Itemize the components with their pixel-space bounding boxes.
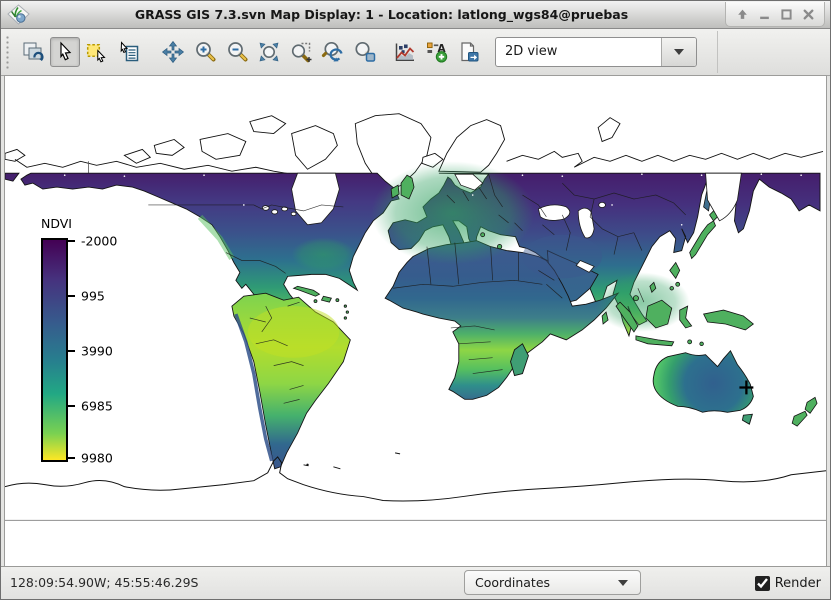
- aral-sea: [599, 202, 606, 207]
- pan-arrows-icon: [161, 40, 185, 64]
- grass-gis-logo-icon: [7, 4, 30, 29]
- zoom-back-icon: [321, 40, 345, 64]
- window-controls: [725, 2, 825, 27]
- australia: [653, 351, 753, 412]
- map-canvas[interactable]: NDVI -2000 995 3990 6985 9980: [4, 75, 827, 567]
- antarctica-coastline: [5, 453, 826, 501]
- statusbar-mode-value: Coordinates: [465, 571, 550, 594]
- add-map-elements-button[interactable]: A: [422, 37, 452, 67]
- cuba: [294, 286, 320, 296]
- view-mode-dropdown-button[interactable]: [661, 38, 696, 66]
- statusbar: 128:09:54.90W; 45:55:46.29S Coordinates …: [1, 566, 830, 599]
- pointer-button[interactable]: [50, 37, 80, 67]
- close-button[interactable]: [800, 6, 816, 22]
- world-ndvi-map[interactable]: [5, 76, 826, 566]
- coordinates-readout: 128:09:54.90W; 45:55:46.29S: [10, 567, 198, 599]
- zoom-out-button[interactable]: [222, 37, 252, 67]
- statusbar-mode-combobox[interactable]: Coordinates: [464, 570, 641, 595]
- zoom-region-icon: [289, 40, 313, 64]
- select-features-button[interactable]: [82, 37, 112, 67]
- minimize-button[interactable]: [756, 6, 772, 22]
- query-button[interactable]: [114, 37, 144, 67]
- zoom-out-icon: [225, 40, 249, 64]
- pointer-arrow-icon: [53, 40, 77, 64]
- analyze-chart-icon: [393, 40, 417, 64]
- zoom-extent-icon: [257, 40, 281, 64]
- sulawesi: [680, 306, 692, 328]
- black-sea: [538, 205, 569, 221]
- new-guinea: [704, 310, 754, 330]
- grass-map-display-window: GRASS GIS 7.3.svn Map Display: 1 - Locat…: [0, 0, 831, 600]
- window-title: GRASS GIS 7.3.svn Map Display: 1 - Locat…: [37, 1, 726, 28]
- java: [636, 336, 674, 346]
- view-mode-combobox[interactable]: 2D view: [495, 37, 697, 67]
- toolbar-separator: [717, 31, 718, 73]
- zoom-region-button[interactable]: [286, 37, 316, 67]
- select-rectangle-icon: [85, 40, 109, 64]
- falkland-islands: [306, 464, 308, 466]
- zoom-options-icon: [353, 40, 377, 64]
- new-zealand-south: [792, 411, 807, 426]
- save-display-to-file-button[interactable]: [454, 37, 484, 67]
- add-overlay-icon: A: [425, 40, 449, 64]
- zoom-extent-button[interactable]: [254, 37, 284, 67]
- view-mode-value: 2D view: [496, 38, 661, 66]
- zoom-in-button[interactable]: [190, 37, 220, 67]
- philippines: [670, 262, 680, 278]
- zoom-options-button[interactable]: [350, 37, 380, 67]
- chevron-down-icon: [674, 49, 684, 55]
- tasmania: [742, 414, 752, 424]
- pan-button[interactable]: [158, 37, 188, 67]
- previous-zoom-button[interactable]: [318, 37, 348, 67]
- map-toolbar: A 2D view: [1, 29, 830, 76]
- render-checkbox[interactable]: [755, 576, 770, 591]
- render-checkbox-label[interactable]: Render: [775, 576, 821, 591]
- zoom-in-icon: [193, 40, 217, 64]
- query-document-icon: [117, 40, 141, 64]
- display-map-button[interactable]: [18, 37, 48, 67]
- save-display-icon: [457, 40, 481, 64]
- titlebar[interactable]: GRASS GIS 7.3.svn Map Display: 1 - Locat…: [1, 1, 830, 29]
- analyze-map-button[interactable]: [390, 37, 420, 67]
- maximize-button[interactable]: [778, 6, 794, 22]
- toolbar-grip[interactable]: [4, 34, 11, 70]
- new-zealand-north: [805, 397, 817, 413]
- render-map-icon: [21, 40, 45, 64]
- shade-button[interactable]: [734, 6, 750, 22]
- chevron-down-icon: [618, 580, 628, 586]
